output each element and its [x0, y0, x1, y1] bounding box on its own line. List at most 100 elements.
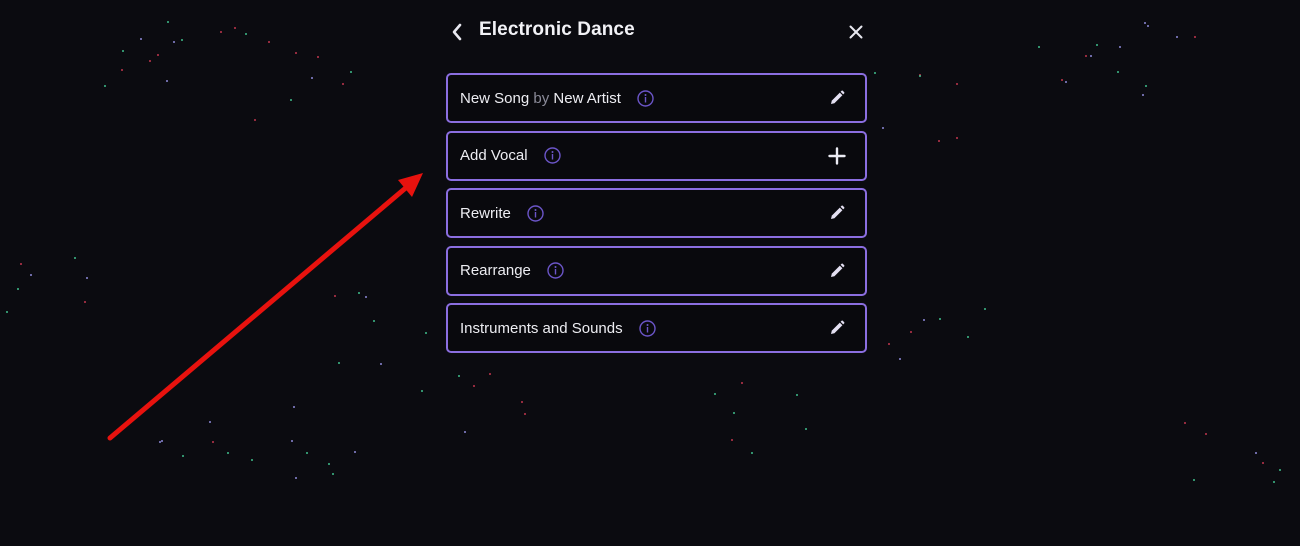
background-speck: [364, 296, 367, 299]
info-icon[interactable]: [543, 147, 561, 164]
background-speck: [796, 394, 799, 397]
add-vocal-card[interactable]: Add Vocal: [446, 130, 867, 181]
background-speck: [16, 288, 19, 291]
edit-panel: Electronic Dance New Song by New Artist …: [446, 14, 867, 353]
background-speck: [121, 50, 124, 53]
chevron-left-icon: [452, 23, 462, 41]
background-speck: [1064, 81, 1067, 84]
background-speck: [1089, 55, 1092, 58]
background-speck: [489, 373, 492, 376]
background-speck: [730, 439, 733, 442]
back-button[interactable]: [446, 18, 468, 46]
background-speck: [1095, 43, 1098, 46]
background-speck: [424, 332, 427, 335]
background-speck: [966, 336, 969, 339]
background-speck: [1192, 478, 1195, 481]
background-speck: [167, 21, 170, 24]
background-speck: [873, 71, 876, 74]
background-speck: [350, 70, 353, 73]
background-speck: [1118, 46, 1121, 49]
background-speck: [1176, 36, 1179, 39]
edit-instruments-button[interactable]: [827, 318, 847, 338]
background-speck: [212, 440, 215, 443]
background-speck: [226, 452, 229, 455]
background-speck: [457, 374, 460, 377]
song-label: New Song by New Artist: [460, 90, 621, 107]
pencil-icon: [831, 263, 845, 277]
panel-title: Electronic Dance: [479, 19, 635, 40]
background-speck: [83, 301, 86, 304]
background-speck: [233, 27, 236, 30]
background-speck: [520, 401, 523, 404]
background-speck: [1084, 55, 1087, 58]
background-speck: [295, 477, 298, 480]
background-speck: [268, 40, 271, 43]
close-icon: [849, 25, 863, 39]
background-speck: [140, 37, 143, 40]
background-speck: [804, 427, 807, 430]
rewrite-card[interactable]: Rewrite: [446, 188, 867, 238]
background-speck: [1037, 45, 1040, 48]
panel-header: Electronic Dance: [446, 14, 867, 50]
background-speck: [373, 320, 376, 323]
background-speck: [918, 75, 921, 78]
background-speck: [165, 80, 168, 83]
background-speck: [353, 450, 356, 453]
background-speck: [1061, 79, 1064, 82]
background-speck: [306, 452, 309, 455]
pencil-icon: [831, 320, 845, 334]
info-icon[interactable]: [638, 319, 656, 337]
background-speck: [939, 318, 942, 321]
background-speck: [1145, 84, 1148, 87]
background-speck: [290, 99, 293, 102]
edit-rearrange-button[interactable]: [827, 261, 847, 281]
close-button[interactable]: [845, 20, 867, 44]
background-speck: [290, 439, 293, 442]
info-icon[interactable]: [527, 204, 544, 222]
background-speck: [881, 126, 884, 129]
background-speck: [741, 382, 744, 385]
pencil-icon: [831, 90, 845, 104]
background-speck: [253, 119, 256, 122]
background-speck: [922, 318, 925, 321]
background-speck: [156, 53, 159, 56]
edit-song-button[interactable]: [827, 88, 847, 108]
background-speck: [956, 137, 959, 140]
add-vocal-label: Add Vocal: [460, 147, 528, 164]
background-speck: [1272, 480, 1275, 483]
info-icon[interactable]: [637, 89, 654, 107]
add-vocal-button[interactable]: [827, 146, 847, 166]
background-speck: [327, 462, 330, 465]
background-speck: [937, 139, 940, 142]
background-speck: [342, 82, 345, 85]
instruments-label: Instruments and Sounds: [460, 319, 623, 337]
background-speck: [30, 273, 33, 276]
background-speck: [1254, 452, 1257, 455]
background-speck: [294, 52, 297, 55]
background-speck: [180, 38, 183, 41]
background-speck: [331, 473, 334, 476]
background-speck: [173, 40, 176, 43]
rearrange-label: Rearrange: [460, 262, 531, 279]
song-title: New Song: [460, 89, 530, 107]
background-speck: [1193, 36, 1196, 39]
instruments-card[interactable]: Instruments and Sounds: [446, 303, 867, 353]
background-speck: [338, 361, 341, 364]
background-speck: [209, 420, 212, 423]
info-icon[interactable]: [547, 262, 564, 279]
background-speck: [1146, 25, 1149, 27]
edit-rewrite-button[interactable]: [827, 203, 847, 223]
background-speck: [1205, 433, 1208, 436]
background-speck: [379, 362, 382, 365]
background-speck: [120, 68, 123, 71]
rewrite-label: Rewrite: [460, 204, 511, 222]
options-list: New Song by New Artist Add Vocal Rewrite: [446, 73, 867, 361]
song-card[interactable]: New Song by New Artist: [446, 73, 867, 123]
background-speck: [148, 59, 151, 62]
rearrange-card[interactable]: Rearrange: [446, 245, 867, 296]
background-speck: [956, 83, 959, 86]
background-speck: [250, 458, 253, 461]
background-speck: [1117, 71, 1120, 74]
background-speck: [463, 430, 466, 433]
plus-icon: [828, 146, 846, 165]
